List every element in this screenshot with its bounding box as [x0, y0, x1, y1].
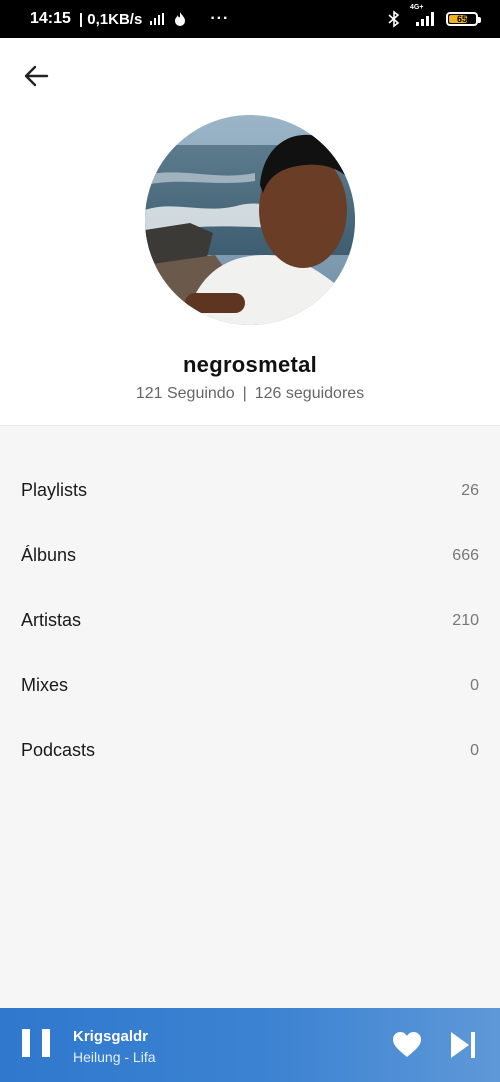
track-title: Krigsgaldr — [73, 1028, 149, 1045]
avatar[interactable] — [145, 115, 355, 325]
list-item-count: 210 — [452, 611, 479, 629]
list-item-label: Álbuns — [21, 545, 77, 565]
pause-button[interactable] — [22, 1029, 50, 1061]
now-playing-info[interactable]: Krigsgaldr Heilung - Lifa — [73, 1028, 156, 1065]
followers-count[interactable]: 126 seguidores — [255, 385, 364, 402]
status-time: 14:15 — [30, 10, 71, 27]
fire-icon — [172, 11, 188, 27]
skip-next-icon — [451, 1032, 475, 1058]
list-item-count: 26 — [461, 481, 479, 499]
list-item-count: 0 — [470, 676, 479, 694]
status-bar: 14:15 | 0,1KB/s ··· 4G+ 65 — [0, 0, 500, 38]
list-item-label: Artistas — [21, 610, 82, 630]
network-speed: | 0,1KB/s — [78, 10, 143, 28]
pause-icon — [22, 1029, 30, 1057]
skip-next-button[interactable] — [449, 1030, 477, 1060]
stats-separator: | — [242, 385, 247, 402]
list-item-label: Playlists — [21, 480, 88, 500]
heart-icon — [393, 1032, 421, 1057]
list-item-count: 666 — [452, 546, 479, 564]
list-item-label: Podcasts — [21, 740, 96, 760]
list-item-albums[interactable]: Álbuns 666 — [0, 523, 500, 588]
track-artist: Heilung - Lifa — [73, 1049, 156, 1065]
like-button[interactable] — [392, 1031, 422, 1059]
list-item-podcasts[interactable]: Podcasts 0 — [0, 718, 500, 783]
data-activity-icon — [150, 13, 165, 25]
bluetooth-icon — [388, 10, 400, 28]
list-item-playlists[interactable]: Playlists 26 — [0, 458, 500, 523]
battery-icon: 65 — [446, 12, 481, 26]
list-item-count: 0 — [470, 741, 479, 759]
list-item-mixes[interactable]: Mixes 0 — [0, 653, 500, 718]
list-item-artists[interactable]: Artistas 210 — [0, 588, 500, 653]
library-list: Playlists 26 Álbuns 666 Artistas 210 Mix… — [0, 458, 500, 783]
arrow-left-icon — [24, 65, 49, 87]
username: negrosmetal — [182, 352, 318, 377]
profile-header: negrosmetal 121 Seguindo | 126 seguidores — [0, 38, 500, 426]
signal-icon: 4G+ — [410, 4, 436, 26]
more-icon: ··· — [210, 10, 230, 27]
battery-level: 65 — [456, 14, 467, 24]
following-count[interactable]: 121 Seguindo — [136, 385, 235, 402]
mini-player[interactable]: Krigsgaldr Heilung - Lifa — [0, 1008, 500, 1082]
back-button[interactable] — [20, 60, 52, 92]
list-item-label: Mixes — [21, 675, 69, 695]
follow-stats: 121 Seguindo | 126 seguidores — [0, 385, 500, 403]
